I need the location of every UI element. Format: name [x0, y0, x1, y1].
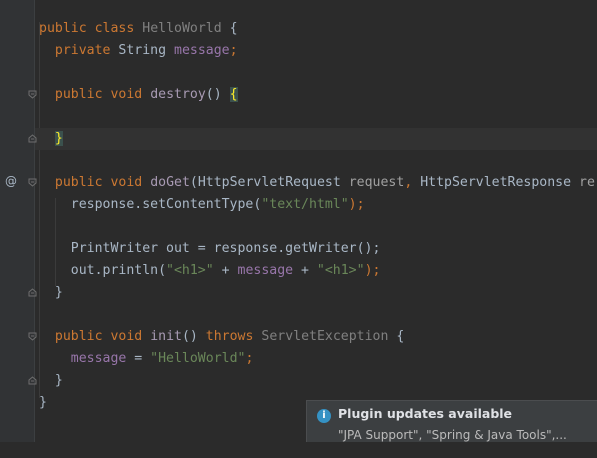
matched-brace: {: [229, 87, 238, 102]
parameter-name: re: [579, 175, 595, 190]
semicolon: ;: [245, 351, 254, 366]
keyword-public: public: [54, 87, 103, 102]
method-name: destroy: [150, 87, 206, 102]
code-line[interactable]: public void init() throws ServletExcepti…: [35, 326, 597, 348]
keyword-void: void: [110, 175, 143, 190]
type-name: HttpServletRequest: [197, 175, 341, 190]
fold-marker-icon[interactable]: [28, 134, 37, 143]
type-name: String: [118, 43, 167, 58]
keyword-void: void: [110, 329, 143, 344]
override-marker-icon[interactable]: @: [5, 174, 17, 188]
operator: +: [293, 263, 317, 278]
plugin-updates-notification[interactable]: i Plugin updates available "JPA Support"…: [306, 400, 597, 442]
operator: =: [126, 351, 151, 366]
parens: (): [181, 329, 206, 344]
code-line[interactable]: public class HelloWorld {: [35, 18, 597, 40]
keyword-throws: throws: [205, 329, 254, 344]
code-line[interactable]: }: [35, 370, 597, 392]
parens: (): [205, 87, 230, 102]
fold-marker-icon[interactable]: [28, 376, 37, 385]
code-line[interactable]: private String message;: [35, 40, 597, 62]
statement-end: );: [348, 197, 365, 212]
code-line[interactable]: public void destroy() {: [35, 84, 597, 106]
method-name: init: [150, 329, 182, 344]
code-line[interactable]: message = "HelloWorld";: [35, 348, 597, 370]
keyword-class: class: [94, 21, 135, 36]
statement: PrintWriter out = response.getWriter();: [70, 241, 381, 256]
field-name: message: [237, 263, 294, 278]
method-name: doGet: [150, 175, 190, 190]
fold-marker-icon[interactable]: [28, 178, 37, 187]
close-brace: }: [54, 373, 63, 388]
keyword-void: void: [110, 87, 143, 102]
code-editor[interactable]: public class HelloWorld { private String…: [35, 0, 597, 442]
keyword-public: public: [54, 329, 103, 344]
string-literal: "<h1>": [316, 263, 365, 278]
string-literal: "HelloWorld": [150, 351, 246, 366]
notification-title: Plugin updates available: [338, 406, 513, 421]
comma: ,: [404, 175, 421, 190]
fold-marker-icon[interactable]: [28, 332, 37, 341]
open-brace: {: [388, 329, 405, 344]
matched-brace: }: [54, 131, 63, 146]
notification-body[interactable]: "JPA Support", "Spring & Java Tools",...: [338, 428, 567, 442]
call-expression: out.println(: [70, 263, 167, 278]
fold-marker-icon[interactable]: [28, 90, 37, 99]
fold-marker-icon[interactable]: [28, 288, 37, 297]
operator: +: [213, 263, 238, 278]
field-name: message: [174, 43, 230, 58]
field-name: message: [70, 351, 127, 366]
keyword-public: public: [39, 21, 87, 36]
open-paren: (: [189, 175, 198, 190]
code-line-current[interactable]: }: [35, 128, 597, 150]
close-brace: }: [54, 285, 63, 300]
call-expression: response.setContentType(: [70, 197, 262, 212]
code-line[interactable]: PrintWriter out = response.getWriter();: [35, 238, 597, 260]
info-icon: i: [317, 409, 331, 423]
type-name: HttpServletResponse: [420, 175, 572, 190]
class-name: HelloWorld: [142, 21, 222, 36]
code-line[interactable]: }: [35, 282, 597, 304]
exception-type: ServletException: [261, 329, 389, 344]
open-brace: {: [221, 21, 238, 36]
string-literal: "<h1>": [166, 263, 214, 278]
code-line[interactable]: response.setContentType("text/html");: [35, 194, 597, 216]
code-line[interactable]: out.println("<h1>" + message + "<h1>");: [35, 260, 597, 282]
semicolon: ;: [229, 43, 238, 58]
keyword-public: public: [54, 175, 103, 190]
close-brace: }: [39, 395, 47, 410]
string-literal: "text/html": [261, 197, 349, 212]
keyword-private: private: [54, 43, 111, 58]
code-line[interactable]: public void doGet(HttpServletRequest req…: [35, 172, 597, 194]
statement-end: );: [364, 263, 381, 278]
parameter-name: request: [348, 175, 405, 190]
